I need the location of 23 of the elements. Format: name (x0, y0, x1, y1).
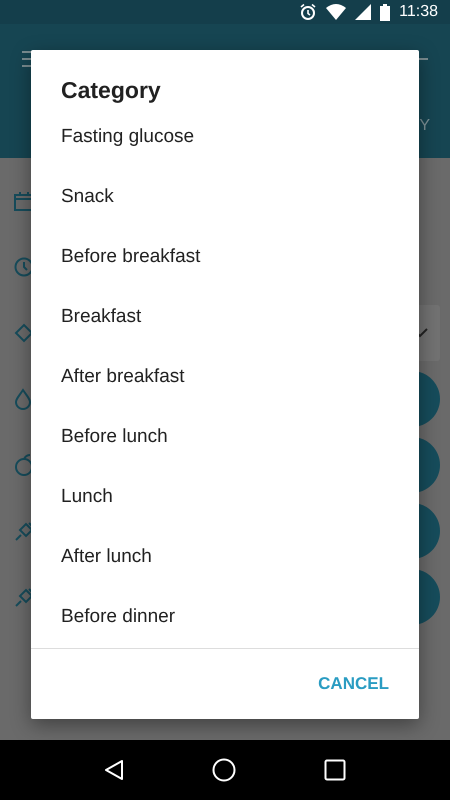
category-option[interactable]: After lunch (31, 527, 419, 587)
category-option[interactable]: After breakfast (31, 347, 419, 407)
home-icon[interactable] (212, 758, 236, 782)
category-option[interactable]: Before lunch (31, 407, 419, 467)
tag-icon (14, 323, 34, 343)
category-option[interactable]: Before dinner (31, 587, 419, 647)
back-icon[interactable] (104, 759, 124, 781)
category-option[interactable]: Before breakfast (31, 227, 419, 287)
alarm-icon (299, 3, 318, 21)
dialog-title: Category (61, 77, 161, 104)
check-icon (416, 328, 428, 338)
signal-icon (355, 4, 372, 20)
clock-icon (14, 257, 34, 277)
category-option[interactable]: Fasting glucose (31, 107, 419, 167)
recents-icon[interactable] (324, 759, 346, 781)
category-option[interactable]: Snack (31, 167, 419, 227)
drop-icon (14, 388, 32, 410)
apple-icon (14, 454, 34, 476)
status-time: 11:38 (399, 3, 438, 21)
category-option[interactable]: Breakfast (31, 287, 419, 347)
battery-icon (380, 4, 390, 20)
category-option[interactable]: Lunch (31, 467, 419, 527)
wifi-icon (326, 4, 346, 20)
